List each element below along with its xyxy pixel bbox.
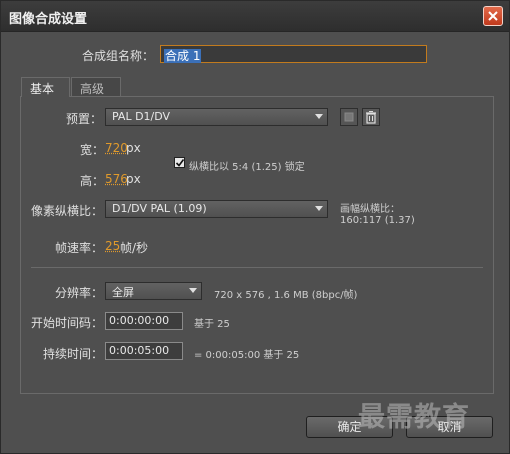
width-unit: px: [126, 141, 141, 155]
close-button[interactable]: [483, 6, 503, 26]
duration-label: 持续时间：: [43, 347, 104, 361]
pixel-aspect-value: D1/DV PAL (1.09): [112, 202, 207, 215]
frame-rate-unit: 帧/秒: [120, 241, 149, 255]
close-icon: [488, 11, 498, 21]
trash-icon: [366, 111, 376, 124]
resolution-info: 720 x 576 , 1.6 MB (8bpc/帧): [214, 290, 358, 301]
section-divider: [31, 267, 483, 268]
save-icon: [344, 112, 354, 122]
watermark-logo: 最需教育: [358, 402, 470, 433]
preset-label: 预置：: [66, 112, 103, 126]
start-timecode-input[interactable]: 0:00:00:00: [105, 312, 183, 330]
resolution-dropdown[interactable]: 全屏: [105, 282, 202, 300]
tab-advanced[interactable]: 高级: [71, 77, 121, 96]
resolution-label: 分辨率：: [55, 286, 104, 300]
lock-aspect-label: 纵横比以 5:4 (1.25) 锁定: [189, 162, 305, 173]
frame-aspect-value: 160:117 (1.37): [340, 215, 415, 226]
frame-rate-value[interactable]: 25: [105, 239, 120, 253]
frame-rate-label: 帧速率：: [55, 241, 104, 255]
width-value[interactable]: 720: [105, 141, 128, 155]
frame-aspect-label: 画幅纵横比：: [340, 204, 400, 215]
chevron-down-icon: [189, 288, 197, 293]
checkmark-icon: [175, 159, 185, 167]
dialog-title: 图像合成设置: [9, 12, 88, 27]
start-timecode-base: 基于 25: [194, 319, 230, 330]
chevron-down-icon: [315, 206, 323, 211]
tab-basic[interactable]: 基本: [21, 77, 70, 97]
duration-info: = 0:00:05:00 基于 25: [194, 350, 300, 361]
width-label: 宽：: [80, 143, 105, 157]
duration-input[interactable]: 0:00:05:00: [105, 342, 183, 360]
preset-dropdown[interactable]: PAL D1/DV: [105, 108, 328, 126]
start-timecode-label: 开始时间码：: [31, 316, 104, 330]
height-unit: px: [126, 172, 141, 186]
resolution-value: 全屏: [112, 286, 134, 299]
chevron-down-icon: [315, 114, 323, 119]
preset-value: PAL D1/DV: [112, 110, 171, 123]
composition-settings-dialog: 图像合成设置 合成组名称： 合成 1 基本 高级 预置： PAL D1/DV 宽…: [0, 0, 510, 454]
composition-name-value: 合成 1: [164, 49, 202, 63]
save-preset-button[interactable]: [340, 108, 358, 126]
lock-aspect-checkbox[interactable]: [174, 157, 185, 168]
pixel-aspect-dropdown[interactable]: D1/DV PAL (1.09): [105, 200, 328, 218]
title-bar[interactable]: 图像合成设置: [1, 1, 509, 32]
pixel-aspect-label: 像素纵横比：: [31, 204, 104, 218]
delete-preset-button[interactable]: [362, 108, 380, 126]
height-label: 高：: [80, 174, 105, 188]
composition-name-input[interactable]: 合成 1: [160, 45, 427, 63]
height-value[interactable]: 576: [105, 172, 128, 186]
composition-name-label: 合成组名称：: [82, 49, 155, 63]
